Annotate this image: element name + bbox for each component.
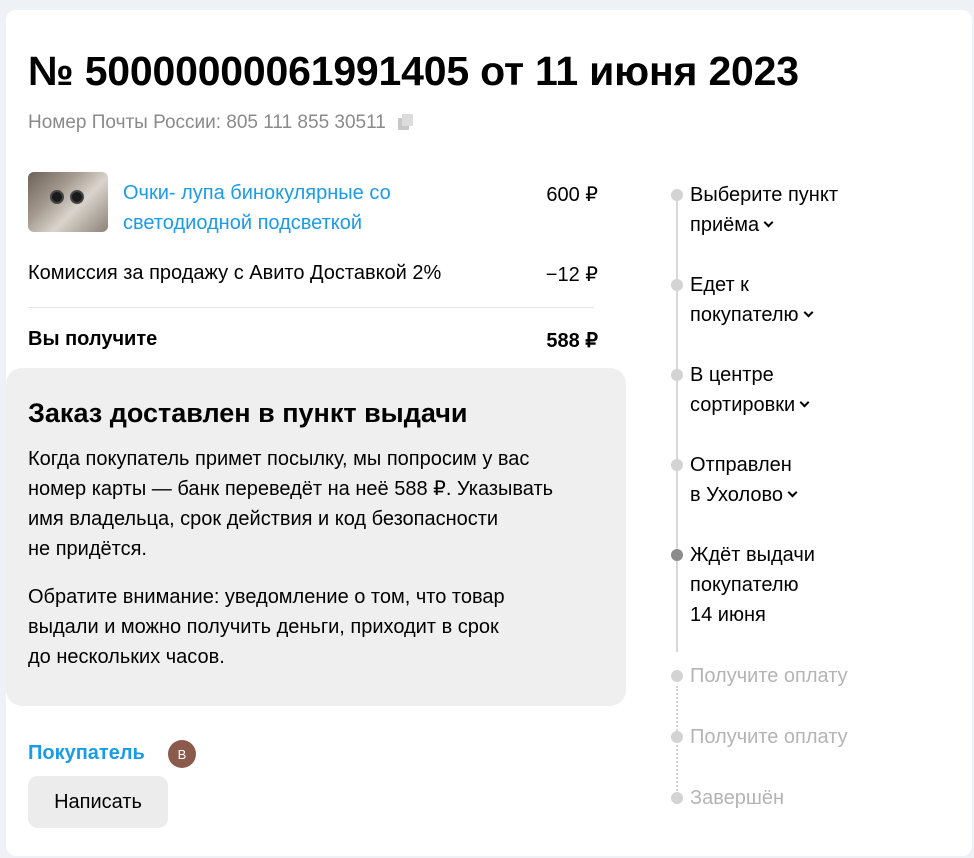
step-subtitle: сортировки (690, 394, 796, 416)
fee-value: −12 ₽ (545, 264, 598, 286)
divider (28, 307, 594, 308)
total-label: Вы получите (28, 328, 158, 350)
timeline-step-to-buyer[interactable]: Едет к покупателю (690, 270, 813, 330)
copy-icon[interactable] (397, 114, 414, 130)
step-title: В центре (690, 364, 774, 386)
chevron-down-icon (763, 217, 774, 228)
info-line: не придётся. (28, 538, 147, 560)
step-title: Выберите пункт (690, 184, 838, 206)
timeline-dot (671, 670, 683, 682)
buyer-avatar[interactable]: В (168, 740, 196, 768)
step-subtitle: покупателю (690, 574, 799, 596)
order-title: № 50000000061991405 от 11 июня 2023 (28, 48, 799, 94)
info-line: выдали и можно получить деньги, приходит… (28, 616, 499, 638)
timeline-step-sorting-center[interactable]: В центре сортировки (690, 360, 810, 420)
info-line: Обратите внимание: уведомление о том, чт… (28, 586, 505, 608)
product-name-link[interactable]: Очки- лупа бинокулярные со светодиодной … (123, 178, 453, 238)
timeline-step-select-point[interactable]: Выберите пункт приёма (690, 180, 838, 240)
step-subtitle: приёма (690, 214, 760, 236)
total-value: 588 ₽ (546, 330, 598, 352)
step-title: Отправлен (690, 454, 792, 476)
timeline-line-pending (676, 686, 678, 802)
timeline-dot (671, 459, 683, 471)
product-thumbnail[interactable] (28, 172, 108, 232)
timeline-step-completed: Завершён (690, 787, 785, 809)
buyer-link[interactable]: Покупатель (28, 742, 145, 765)
timeline-step-sent[interactable]: Отправлен в Ухолово (690, 450, 798, 510)
delivery-info-paragraph-1: Когда покупатель примет посылку, мы попр… (28, 444, 608, 564)
timeline-dot (671, 731, 683, 743)
info-line: Когда покупатель примет посылку, мы попр… (28, 448, 530, 470)
chevron-down-icon (799, 397, 810, 408)
info-line: до нескольких часов. (28, 646, 225, 668)
write-message-button[interactable]: Написать (28, 776, 168, 828)
info-line: имя владельца, срок действия и код безоп… (28, 508, 499, 530)
delivery-info-title: Заказ доставлен в пункт выдачи (28, 398, 468, 428)
timeline-step-get-payment-2: Получите оплату (690, 726, 848, 748)
timeline-dot (671, 189, 683, 201)
timeline-dot (671, 792, 683, 804)
timeline-dot (671, 369, 683, 381)
step-title: Ждёт выдачи (690, 544, 815, 566)
timeline-dot (671, 279, 683, 291)
post-tracking-row: Номер Почты России: 805 111 855 30511 (28, 112, 414, 134)
info-line: номер карты — банк переведёт на неё 588 … (28, 478, 554, 500)
fee-label: Комиссия за продажу с Авито Доставкой 2% (28, 262, 442, 284)
glasses-lens-right (70, 190, 84, 204)
timeline-line-done (676, 200, 678, 652)
post-tracking-label: Номер Почты России: 805 111 855 30511 (28, 112, 386, 133)
step-subtitle: покупателю (690, 304, 799, 326)
glasses-lens-left (50, 190, 64, 204)
timeline-dot-current (671, 549, 683, 561)
delivery-info-paragraph-2: Обратите внимание: уведомление о том, чт… (28, 582, 608, 672)
step-date: 14 июня (690, 604, 766, 626)
step-title: Едет к (690, 274, 749, 296)
chevron-down-icon (787, 487, 798, 498)
timeline-step-awaiting-pickup: Ждёт выдачи покупателю 14 июня (690, 540, 815, 630)
step-subtitle: в Ухолово (690, 484, 783, 506)
product-price: 600 ₽ (546, 184, 598, 206)
timeline-step-get-payment: Получите оплату (690, 665, 848, 687)
chevron-down-icon (803, 307, 813, 318)
